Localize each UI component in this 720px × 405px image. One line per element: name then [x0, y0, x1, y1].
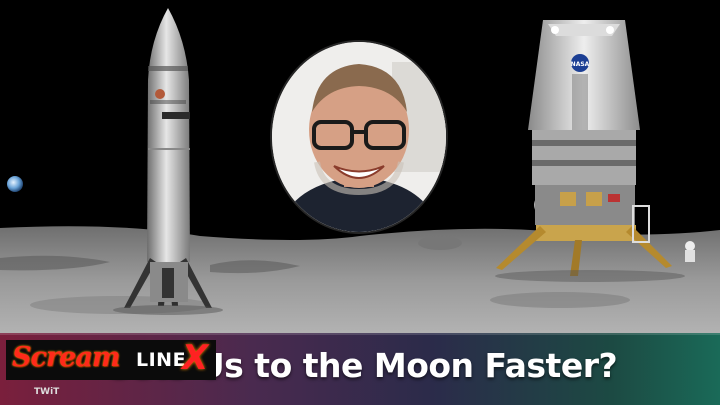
twit-brand: TWiT [34, 387, 60, 397]
earth-icon [7, 176, 23, 192]
logo-scream-text: Scream [12, 342, 120, 373]
logo-line-text: LINE [136, 349, 187, 371]
screamline-logo: Scream LINE X [6, 338, 216, 380]
banner-divider [0, 333, 720, 335]
video-frame: NASA Gets Us to the Moon Faster? Scream … [0, 0, 720, 405]
host-portrait [272, 42, 446, 232]
logo-x-text: X [182, 338, 209, 378]
svg-text:NASA: NASA [571, 61, 590, 68]
